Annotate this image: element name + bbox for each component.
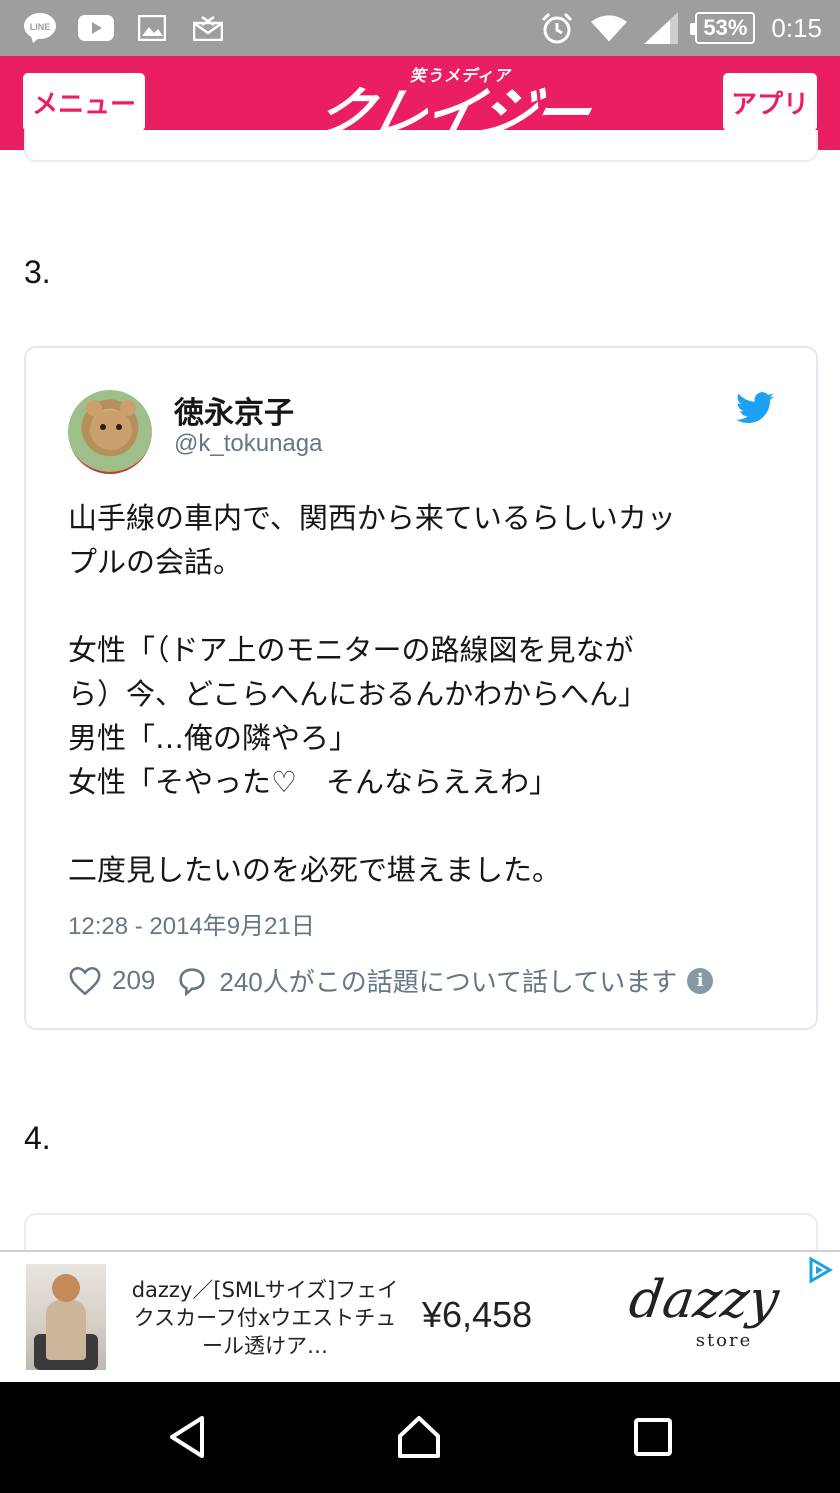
tweet-author-handle[interactable]: @k_tokunaga: [174, 430, 322, 458]
tweet-text: 山手線の車内で、関西から来ているらしいカッ プルの会話。 女性「（ドア上のモニタ…: [68, 496, 788, 892]
youtube-icon: [78, 10, 114, 46]
ad-banner[interactable]: dazzy／[SMLサイズ]フェイクスカーフ付xウエストチュール透けア… ¥6,…: [0, 1250, 840, 1384]
android-nav-bar: [0, 1382, 840, 1493]
system-icons: 53% 0:15: [539, 10, 822, 46]
reply-count-text[interactable]: 240人がこの話題について話しています: [219, 962, 677, 999]
clock: 0:15: [771, 12, 822, 43]
tweet-line: 山手線の車内で、関西から来ているらしいカッ: [68, 501, 676, 535]
tweet-line: ら）今、どこらへんにおるんかわからへん」: [68, 677, 648, 711]
back-icon[interactable]: [164, 1414, 210, 1460]
tweet-timestamp[interactable]: 12:28 - 2014年9月21日: [68, 906, 315, 941]
mail-icon: [190, 10, 226, 46]
notification-icons: LINE: [22, 10, 226, 46]
section-number-3: 3.: [24, 254, 51, 290]
section-number-4: 4.: [24, 1120, 51, 1156]
status-bar: LINE 53% 0:15: [0, 0, 840, 56]
previous-embed-card: [24, 130, 818, 162]
tweet-line: プルの会話。: [68, 545, 243, 579]
signal-icon: [643, 10, 679, 46]
alarm-icon: [539, 10, 575, 46]
tweet-line: 二度見したいのを必死で堪えました。: [68, 853, 562, 887]
battery-indicator: 53%: [690, 12, 756, 44]
avatar[interactable]: [68, 390, 152, 474]
line-icon: LINE: [22, 10, 58, 46]
tweet-embed[interactable]: 徳永京子 @k_tokunaga 山手線の車内で、関西から来ているらしいカッ プ…: [24, 346, 818, 1030]
tweet-line: 男性「…俺の隣やろ」: [68, 721, 359, 755]
ad-brand-logo[interactable]: dazzy store: [624, 1270, 784, 1370]
ad-price[interactable]: ¥6,458: [422, 1294, 532, 1336]
menu-button[interactable]: メニュー: [23, 73, 145, 131]
heart-icon[interactable]: [68, 964, 102, 998]
svg-text:LINE: LINE: [30, 22, 51, 32]
ad-product-image[interactable]: [26, 1264, 106, 1370]
ad-product-title[interactable]: dazzy／[SMLサイズ]フェイクスカーフ付xウエストチュール透けア…: [130, 1276, 400, 1360]
recents-icon[interactable]: [630, 1414, 676, 1460]
ad-brand-sub: store: [695, 1330, 753, 1351]
like-count[interactable]: 209: [112, 965, 155, 996]
gallery-icon: [134, 10, 170, 46]
info-icon[interactable]: i: [687, 967, 714, 994]
twitter-bird-icon[interactable]: [736, 392, 774, 424]
ad-brand-name: dazzy: [625, 1270, 783, 1330]
app-button[interactable]: アプリ: [723, 73, 817, 131]
reply-icon[interactable]: [175, 964, 209, 998]
tweet-line: 女性「（ドア上のモニターの路線図を見なが: [68, 633, 634, 667]
adchoices-icon[interactable]: [806, 1256, 834, 1284]
tweet-author-name[interactable]: 徳永京子: [174, 388, 294, 432]
tweet-line: 女性「そやった♡ そんならええわ」: [68, 765, 558, 799]
wifi-icon: [591, 10, 628, 46]
tweet-actions: 209 240人がこの話題について話しています i: [68, 962, 714, 999]
home-icon[interactable]: [396, 1414, 442, 1460]
